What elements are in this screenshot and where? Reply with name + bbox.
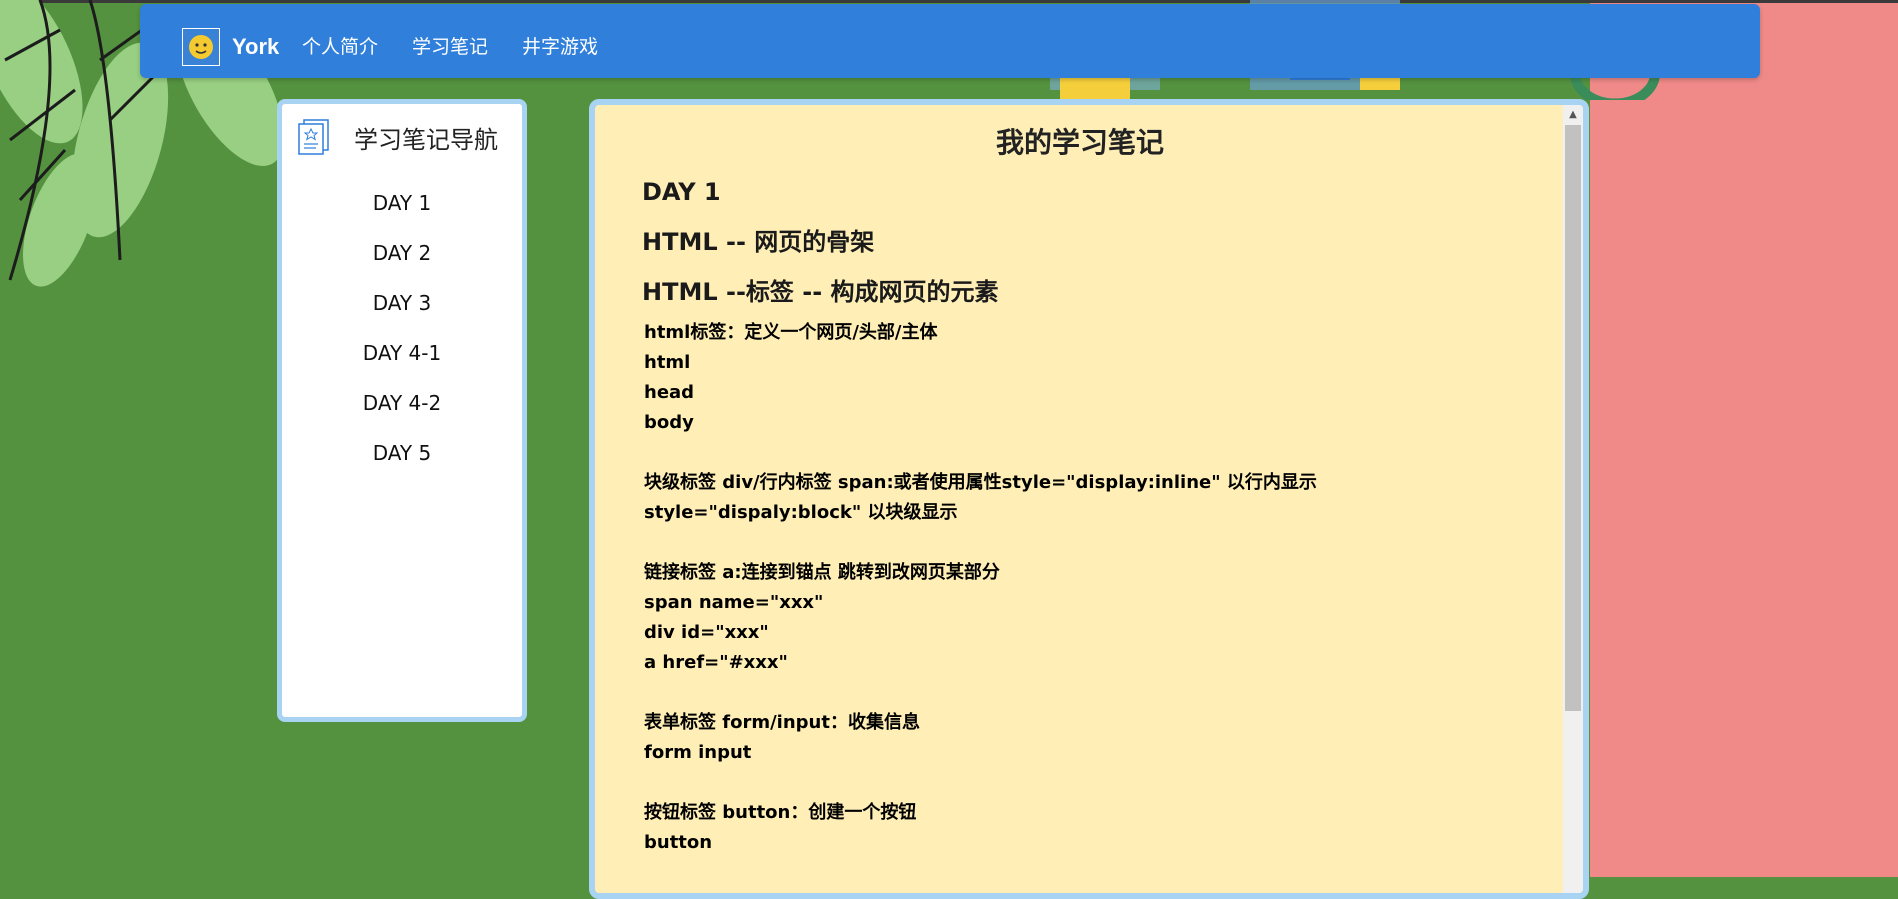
notes-sidebar: 学习笔记导航 DAY 1 DAY 2 DAY 3 DAY 4-1 DAY 4-2… bbox=[277, 99, 527, 722]
nav-link-tictactoe[interactable]: 井字游戏 bbox=[522, 32, 598, 59]
heading-html: HTML -- 网页的骨架 bbox=[642, 228, 875, 256]
sidebar-item-day5[interactable]: DAY 5 bbox=[282, 428, 522, 478]
note-section-link: 链接标签 a:连接到锚点 跳转到改网页某部分 span name="xxx" d… bbox=[644, 558, 1000, 678]
nav-link-profile[interactable]: 个人简介 bbox=[302, 32, 378, 59]
brand-name[interactable]: York bbox=[232, 34, 279, 60]
note-section-html: html标签：定义一个网页/头部/主体 html head body bbox=[644, 318, 938, 438]
note-line: html bbox=[644, 352, 691, 373]
sidebar-title: 学习笔记导航 bbox=[354, 125, 498, 154]
sidebar-item-day3[interactable]: DAY 3 bbox=[282, 278, 522, 328]
heading-tags: HTML --标签 -- 构成网页的元素 bbox=[642, 278, 999, 306]
note-line: button bbox=[644, 832, 713, 853]
nav-links: 个人简介 学习笔记 井字游戏 bbox=[302, 32, 632, 59]
note-line: div id="xxx" bbox=[644, 622, 769, 643]
top-navbar: York 个人简介 学习笔记 井字游戏 bbox=[140, 4, 1760, 78]
note-line: style="dispaly:block" 以块级显示 bbox=[644, 502, 958, 523]
note-section-block-inline: 块级标签 div/行内标签 span:或者使用属性style="display:… bbox=[644, 468, 1317, 528]
note-line: body bbox=[644, 412, 694, 433]
note-line: 按钮标签 button：创建一个按钮 bbox=[644, 802, 917, 823]
sidebar-header: 学习笔记导航 bbox=[296, 118, 498, 156]
note-line: a href="#xxx" bbox=[644, 652, 788, 673]
scroll-up-icon[interactable]: ▲ bbox=[1565, 108, 1581, 122]
note-line: form input bbox=[644, 742, 752, 763]
notes-icon bbox=[298, 119, 329, 155]
page-title: 我的学习笔记 bbox=[995, 126, 1164, 159]
sidebar-item-day2[interactable]: DAY 2 bbox=[282, 228, 522, 278]
note-section-button: 按钮标签 button：创建一个按钮 button bbox=[644, 798, 916, 858]
sidebar-item-day4-2[interactable]: DAY 4-2 bbox=[282, 378, 522, 428]
scroll-thumb[interactable] bbox=[1565, 125, 1581, 711]
brand[interactable]: York bbox=[182, 28, 279, 66]
note-line: html标签：定义一个网页/头部/主体 bbox=[644, 322, 938, 343]
sidebar-item-day1[interactable]: DAY 1 bbox=[282, 178, 522, 228]
background-pink bbox=[1590, 0, 1898, 877]
heading-day: DAY 1 bbox=[642, 178, 721, 206]
sidebar-item-day4-1[interactable]: DAY 4-1 bbox=[282, 328, 522, 378]
note-line: 链接标签 a:连接到锚点 跳转到改网页某部分 bbox=[644, 562, 1000, 583]
note-section-form: 表单标签 form/input：收集信息 form input bbox=[644, 708, 920, 768]
scrollbar[interactable]: ▲ bbox=[1563, 105, 1583, 893]
nav-link-notes[interactable]: 学习笔记 bbox=[412, 32, 488, 59]
notes-panel: 我的学习笔记 DAY 1 HTML -- 网页的骨架 HTML --标签 -- … bbox=[589, 99, 1589, 899]
sidebar-list: DAY 1 DAY 2 DAY 3 DAY 4-1 DAY 4-2 DAY 5 bbox=[282, 178, 522, 478]
notes-content: DAY 1 HTML -- 网页的骨架 HTML --标签 -- 构成网页的元素 bbox=[642, 167, 1542, 317]
note-line: span name="xxx" bbox=[644, 592, 824, 613]
avatar-icon[interactable] bbox=[182, 28, 220, 66]
note-line: 块级标签 div/行内标签 span:或者使用属性style="display:… bbox=[644, 472, 1317, 493]
note-line: 表单标签 form/input：收集信息 bbox=[644, 712, 920, 733]
note-line: head bbox=[644, 382, 695, 403]
